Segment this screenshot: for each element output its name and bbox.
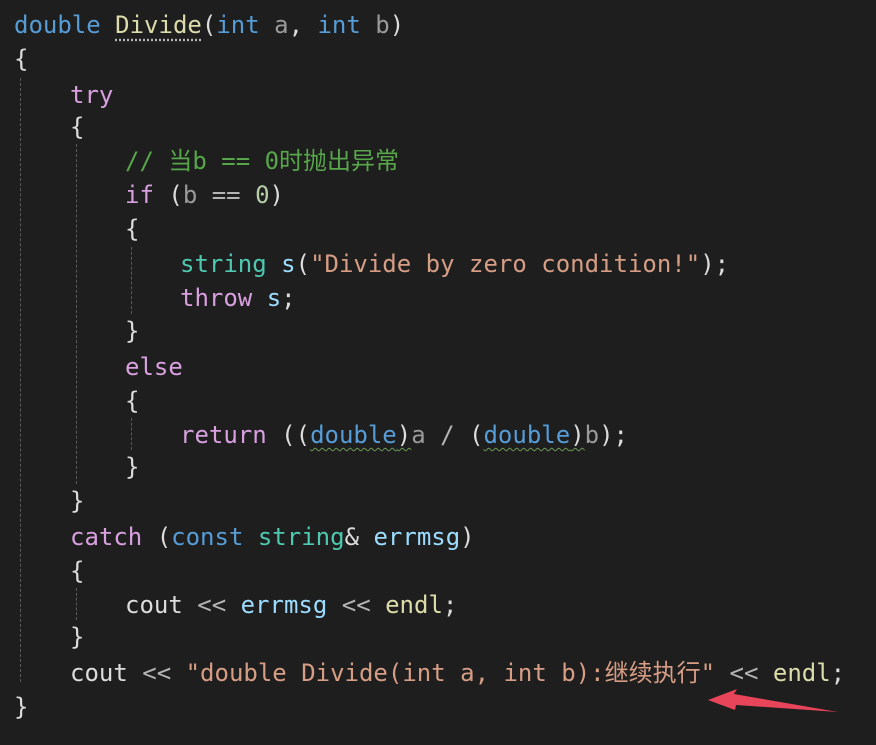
arrow-icon xyxy=(708,689,838,712)
code-editor[interactable]: double Divide(int a, int b){try{// 当b ==… xyxy=(0,0,876,745)
